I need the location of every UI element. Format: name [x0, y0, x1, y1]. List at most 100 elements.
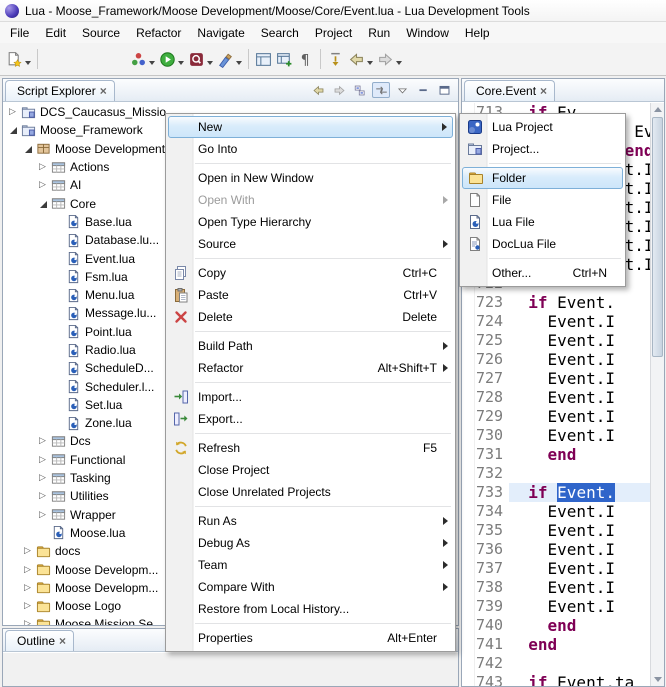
maximize-icon	[438, 84, 451, 97]
expander-collapsed-icon[interactable]	[22, 581, 35, 595]
external-tools-button[interactable]	[128, 47, 157, 71]
menubar-item-edit[interactable]: Edit	[37, 23, 74, 43]
context-menu-item-refactor[interactable]: RefactorAlt+Shift+T	[168, 357, 453, 379]
menubar-item-file[interactable]: File	[2, 23, 37, 43]
link-with-editor-button[interactable]	[372, 82, 390, 98]
srcfolder-icon	[50, 159, 66, 175]
expander-collapsed-icon[interactable]	[37, 508, 50, 522]
expander-collapsed-icon[interactable]	[7, 105, 20, 119]
close-icon[interactable]	[540, 84, 547, 98]
new-submenu-item-folder[interactable]: Folder	[462, 167, 623, 189]
back-button[interactable]	[309, 82, 327, 98]
context-menu-item-import[interactable]: Import...	[168, 386, 453, 408]
menubar-item-search[interactable]: Search	[253, 23, 307, 43]
dropdown-caret-icon[interactable]	[25, 61, 31, 65]
menubar-item-project[interactable]: Project	[307, 23, 360, 43]
menubar-item-navigate[interactable]: Navigate	[189, 23, 252, 43]
run-button[interactable]	[157, 47, 186, 71]
menubar-item-source[interactable]: Source	[74, 23, 128, 43]
menubar-item-window[interactable]: Window	[398, 23, 457, 43]
expander-collapsed-icon[interactable]	[37, 471, 50, 485]
context-menu-item-export[interactable]: Export...	[168, 408, 453, 430]
tab-outline[interactable]: Outline	[5, 630, 74, 651]
collapse-all-button[interactable]	[351, 82, 369, 98]
expander-collapsed-icon[interactable]	[22, 599, 35, 613]
close-icon[interactable]	[100, 84, 107, 98]
new-wizard-button[interactable]	[4, 47, 33, 71]
dropdown-caret-icon[interactable]	[149, 61, 155, 65]
coverage-button[interactable]	[186, 47, 215, 71]
context-menu-item-properties[interactable]: PropertiesAlt+Enter	[168, 627, 453, 649]
context-menu-item-compare-with[interactable]: Compare With	[168, 576, 453, 598]
submenu-arrow-icon	[442, 123, 447, 131]
new-submenu-item-doclua-file[interactable]: DocLua File	[462, 233, 623, 255]
back-button[interactable]	[346, 47, 375, 71]
dropdown-caret-icon[interactable]	[207, 61, 213, 65]
expander-collapsed-icon[interactable]	[37, 489, 50, 503]
menubar-item-refactor[interactable]: Refactor	[128, 23, 189, 43]
dropdown-caret-icon[interactable]	[236, 61, 242, 65]
scrollbar-thumb[interactable]	[652, 117, 663, 357]
context-menu-item-go-into[interactable]: Go Into	[168, 138, 453, 160]
context-menu-item-delete[interactable]: DeleteDelete	[168, 306, 453, 328]
maximize-button[interactable]	[435, 82, 453, 98]
context-menu-item-open-with[interactable]: Open With	[168, 189, 453, 211]
expander-expanded-icon[interactable]	[7, 123, 20, 137]
show-view-button[interactable]	[274, 47, 295, 71]
minimize-button[interactable]	[414, 82, 432, 98]
context-menu-item-close-unrelated-projects[interactable]: Close Unrelated Projects	[168, 481, 453, 503]
open-perspective-button[interactable]	[253, 47, 274, 71]
tab-script-explorer[interactable]: Script Explorer	[5, 80, 115, 101]
expander-expanded-icon[interactable]	[37, 197, 50, 211]
editor-scrollbar[interactable]	[650, 103, 664, 686]
expander-collapsed-icon[interactable]	[37, 434, 50, 448]
code-text	[509, 483, 528, 502]
expander-collapsed-icon[interactable]	[37, 160, 50, 174]
view-menu-button[interactable]	[393, 82, 411, 98]
forward-button[interactable]	[375, 47, 404, 71]
context-menu-item-new[interactable]: New	[168, 116, 453, 138]
code-text: Event.I	[509, 559, 615, 578]
scroll-up-button[interactable]	[651, 103, 664, 116]
dropdown-caret-icon[interactable]	[178, 61, 184, 65]
context-menu-item-restore-from-local-history[interactable]: Restore from Local History...	[168, 598, 453, 620]
show-whitespace-button[interactable]: ¶	[295, 47, 316, 71]
dropdown-caret-icon[interactable]	[367, 61, 373, 65]
expander-expanded-icon[interactable]	[22, 142, 35, 156]
expander-collapsed-icon[interactable]	[22, 563, 35, 577]
close-icon[interactable]	[59, 634, 66, 648]
menubar-item-run[interactable]: Run	[360, 23, 398, 43]
expander-collapsed-icon[interactable]	[22, 544, 35, 558]
context-menu-item-source[interactable]: Source	[168, 233, 453, 255]
new-submenu-item-lua-project[interactable]: Lua Project	[462, 116, 623, 138]
context-menu-item-open-in-new-window[interactable]: Open in New Window	[168, 167, 453, 189]
line-number: 729	[476, 407, 507, 426]
context-menu-item-refresh[interactable]: RefreshF5	[168, 437, 453, 459]
menubar-item-help[interactable]: Help	[457, 23, 498, 43]
new-submenu-item-lua-file[interactable]: Lua File	[462, 211, 623, 233]
context-menu-item-debug-as[interactable]: Debug As	[168, 532, 453, 554]
context-menu-item-run-as[interactable]: Run As	[168, 510, 453, 532]
new-submenu-item-file[interactable]: File	[462, 189, 623, 211]
expander-collapsed-icon[interactable]	[37, 453, 50, 467]
code-text: Event.I	[509, 521, 615, 540]
expander-collapsed-icon[interactable]	[22, 617, 35, 625]
forward-button[interactable]	[330, 82, 348, 98]
open-perspective-icon	[255, 51, 272, 68]
dropdown-caret-icon[interactable]	[396, 61, 402, 65]
format-button[interactable]	[215, 47, 244, 71]
context-menu-item-open-type-hierarchy[interactable]: Open Type Hierarchy	[168, 211, 453, 233]
tab-core-event[interactable]: Core.Event	[464, 80, 555, 101]
new-submenu-item-other[interactable]: Other...Ctrl+N	[462, 262, 623, 284]
last-edit-location-button[interactable]	[325, 47, 346, 71]
context-menu-item-close-project[interactable]: Close Project	[168, 459, 453, 481]
tree-item-label: Database.lu...	[85, 233, 159, 247]
scroll-down-button[interactable]	[651, 673, 664, 686]
context-menu-item-paste[interactable]: PasteCtrl+V	[168, 284, 453, 306]
context-menu-item-team[interactable]: Team	[168, 554, 453, 576]
menu-item-label: Refactor	[198, 361, 243, 375]
context-menu-item-copy[interactable]: CopyCtrl+C	[168, 262, 453, 284]
expander-collapsed-icon[interactable]	[37, 178, 50, 192]
context-menu-item-build-path[interactable]: Build Path	[168, 335, 453, 357]
new-submenu-item-project[interactable]: Project...	[462, 138, 623, 160]
